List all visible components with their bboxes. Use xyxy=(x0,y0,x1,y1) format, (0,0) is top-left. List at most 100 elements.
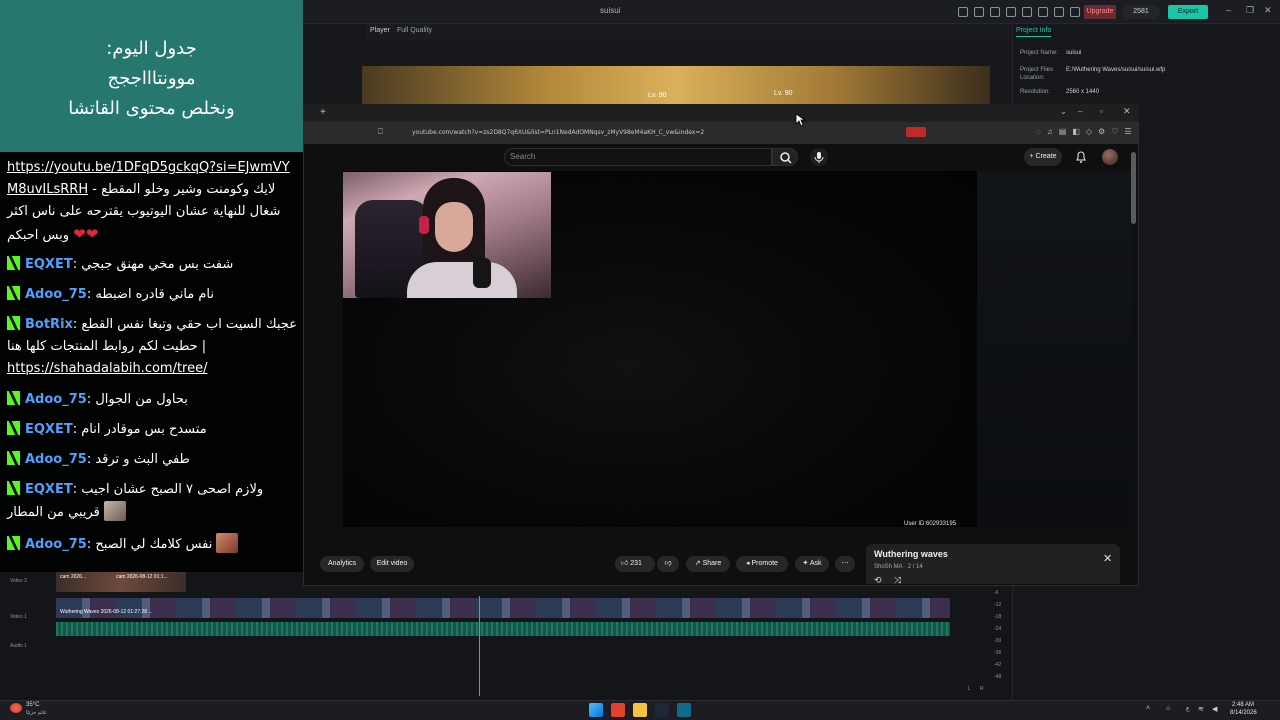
project-files-key: Project Files Location: xyxy=(1020,67,1054,81)
tab-project-info[interactable]: Project Info xyxy=(1016,27,1052,37)
project-name-key: Project Name: xyxy=(1020,50,1059,56)
playlist-channel: ShoSh MA xyxy=(874,564,903,570)
dislike-button[interactable]: 👎︎ xyxy=(657,556,679,572)
video-1-clips[interactable] xyxy=(56,598,950,618)
like-button[interactable]: 👍︎ 231 xyxy=(615,556,655,572)
extension-icon[interactable] xyxy=(906,127,926,137)
chat-text: شفت بس مخي مهنق جبجي xyxy=(81,257,234,272)
resolution-key: Resolution: xyxy=(1020,89,1051,95)
chat-username[interactable]: BotRix xyxy=(25,317,73,332)
layout-icon[interactable] xyxy=(1022,7,1032,17)
weather-icon[interactable] xyxy=(10,703,22,713)
credits-badge[interactable]: 2581 xyxy=(1122,5,1160,19)
like-count: 231 xyxy=(630,560,642,567)
create-label: Create xyxy=(1035,153,1057,160)
minimize-icon[interactable]: – xyxy=(1078,107,1082,116)
loop-icon[interactable]: ⟲ xyxy=(874,575,882,586)
chat-username[interactable]: EQXET xyxy=(25,422,73,437)
monitor-icon[interactable] xyxy=(1038,7,1048,17)
ask-button[interactable]: ✦ Ask xyxy=(795,556,829,572)
clock-time[interactable]: 2:48 AM xyxy=(1232,702,1254,708)
chat-username[interactable]: Adoo_75 xyxy=(25,452,87,467)
maximize-icon[interactable]: ▫ xyxy=(1100,107,1103,116)
schedule-text: جدول اليوم: موونتاااججج ونخلص محتوى القا… xyxy=(0,34,303,124)
file-explorer-icon[interactable] xyxy=(633,703,647,717)
chat-username[interactable]: EQXET xyxy=(25,257,73,272)
emote-icon xyxy=(216,533,239,553)
schedule-line: ونخلص محتوى القاتشا xyxy=(68,98,235,119)
steam-icon[interactable] xyxy=(655,703,669,717)
doc-icon[interactable] xyxy=(990,7,1000,17)
chat-username[interactable]: Adoo_75 xyxy=(25,392,87,407)
notifications-button[interactable] xyxy=(1074,150,1088,164)
chat-text: بحاول من الجوال xyxy=(95,392,188,407)
search-button[interactable] xyxy=(772,148,798,166)
audio-1-waveform[interactable] xyxy=(56,622,950,636)
avatar[interactable] xyxy=(1102,149,1118,165)
thumbs-up-icon: 👍︎ xyxy=(621,560,631,567)
kick-icon xyxy=(7,391,20,405)
more-actions-button[interactable]: ⋯ xyxy=(835,556,855,572)
chevron-up-icon[interactable]: ˄ xyxy=(1146,705,1150,712)
chat-message: EQXET: ولازم اصحى ٧ الصبح عشان اجيب قريب… xyxy=(7,481,264,521)
player-preview xyxy=(362,66,990,106)
export-button[interactable]: Export xyxy=(1168,5,1208,19)
close-icon[interactable]: ✕ xyxy=(1103,552,1112,565)
weather-description: غائم جزئيًا xyxy=(26,710,47,716)
schedule-line: جدول اليوم: xyxy=(106,38,197,59)
input-language[interactable]: ع xyxy=(1186,705,1190,712)
quality-select[interactable]: Full Quality xyxy=(397,27,432,34)
meter-db-label: -30 xyxy=(994,638,1002,644)
edit-video-button[interactable]: Edit video xyxy=(370,556,414,572)
volume-icon[interactable]: ◀ xyxy=(1212,705,1217,713)
playlist-title[interactable]: Wuthering waves xyxy=(874,549,948,559)
close-icon[interactable]: ✕ xyxy=(1264,5,1272,16)
create-button[interactable]: + Create xyxy=(1024,148,1062,166)
new-tab-icon[interactable]: + xyxy=(320,107,326,118)
keyboard-icon[interactable] xyxy=(1006,7,1016,17)
share-button[interactable]: ↗ Share xyxy=(686,556,730,572)
chat-message: EQXET: شفت بس مخي مهنق جبجي xyxy=(7,254,299,276)
network-icon[interactable]: ⌂ xyxy=(1166,705,1170,712)
gift-icon[interactable] xyxy=(1070,7,1080,17)
browser-tab-bar xyxy=(303,104,1139,122)
shuffle-icon[interactable]: ⤨ xyxy=(894,575,901,586)
weather-temperature[interactable]: 35°C xyxy=(26,702,39,708)
cloud-icon[interactable] xyxy=(958,7,968,17)
url-text[interactable]: youtube.com/watch?v=zs2D8Q7q6XU&list=PLn… xyxy=(412,129,704,136)
upgrade-button[interactable]: Upgrade xyxy=(1084,5,1116,19)
wifi-icon[interactable]: ≋ xyxy=(1198,705,1204,713)
chat-message: BotRix: عجبك السيت اب حقي وتبغا نفس القط… xyxy=(7,316,297,376)
bulb-icon[interactable] xyxy=(974,7,984,17)
start-icon[interactable] xyxy=(589,703,603,717)
chat-text: نفس كلامك لي الصبح xyxy=(95,537,213,552)
minimize-icon[interactable]: – xyxy=(1226,5,1231,15)
analytics-button[interactable]: Analytics xyxy=(320,556,364,572)
microphone-icon xyxy=(473,258,491,288)
kick-icon xyxy=(7,286,20,300)
download-icon[interactable] xyxy=(1054,7,1064,17)
filmora-icon[interactable] xyxy=(677,703,691,717)
clock-date[interactable]: 8/14/2026 xyxy=(1230,710,1257,716)
timeline-playhead[interactable] xyxy=(479,596,480,696)
maximize-icon[interactable]: ❐ xyxy=(1246,5,1254,16)
playlist-position: 2 / 14 xyxy=(907,564,923,570)
track-label: Audio 1 xyxy=(10,643,27,649)
scrollbar[interactable] xyxy=(1131,152,1136,224)
close-icon[interactable]: ✕ xyxy=(1123,106,1131,117)
share-label: Share xyxy=(702,560,722,567)
search-input[interactable] xyxy=(504,148,772,166)
tab-list-icon[interactable]: ⌄ xyxy=(1060,107,1067,116)
mic-button[interactable] xyxy=(810,148,828,166)
toolbar-extensions-icon[interactable]: ◌♫▤◧◇⚙♡☰ xyxy=(1036,127,1138,136)
bookmark-icon[interactable]: ⎕ xyxy=(378,127,383,137)
chat-link[interactable]: https://shahadalabih.com/tree/ xyxy=(7,361,208,376)
chat-username[interactable]: EQXET xyxy=(25,482,73,497)
brave-icon[interactable] xyxy=(611,703,625,717)
chat-message: Adoo_75: طفي البث و ترقد xyxy=(7,449,299,471)
chat-username[interactable]: Adoo_75 xyxy=(25,537,87,552)
chat-username[interactable]: Adoo_75 xyxy=(25,287,87,302)
clip-label: cam 2026-08-12 01:1... xyxy=(116,574,168,580)
promote-button[interactable]: ◂ Promote xyxy=(736,556,788,572)
player-label: Player xyxy=(370,27,390,34)
